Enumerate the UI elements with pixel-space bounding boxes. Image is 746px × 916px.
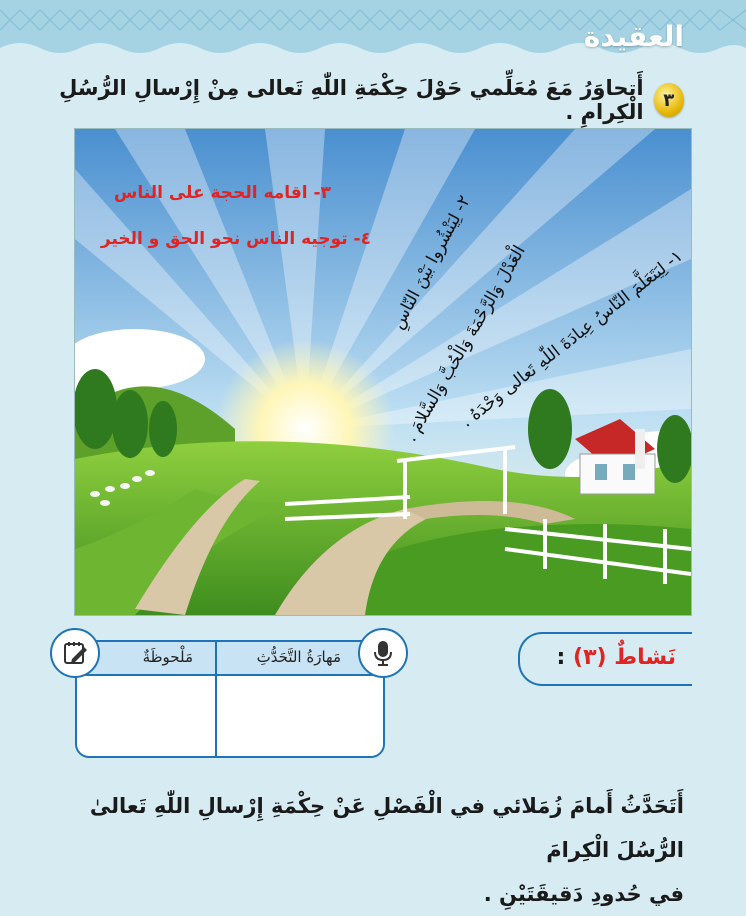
speaking-skill-label: مَهارَةُ التَّحَدُّثِ	[256, 648, 341, 666]
question-number-badge: ٣	[653, 83, 684, 117]
question-row: ٣ أَتحاوَرُ مَعَ مُعَلِّمي حَوْلَ حِكْمَ…	[44, 76, 684, 124]
chapter-header: العقيدة	[0, 0, 746, 62]
activity-instruction: أَتَحَدَّثُ أَمامَ زُمَلائي في الْفَصْلِ…	[64, 784, 684, 916]
reason-3-text: ٣- اقامه الحجة على الناس	[113, 183, 331, 203]
activity-colon: :	[556, 645, 566, 670]
note-label: مَلْحوظَةٌ	[142, 648, 193, 666]
question-text: أَتحاوَرُ مَعَ مُعَلِّمي حَوْلَ حِكْمَةِ…	[59, 76, 644, 124]
note-table-divider	[215, 642, 217, 756]
pencil-note-icon	[50, 628, 100, 678]
note-table: مَلْحوظَةٌ مَهارَةُ التَّحَدُّثِ	[75, 640, 385, 758]
reason-4-text: ٤- توجيه الناس نحو الحق و الخير	[100, 229, 371, 249]
microphone-icon	[358, 628, 408, 678]
activity-label: نَشاطٌ (٣) :	[557, 645, 676, 670]
activity-title: نَشاطٌ (٣)	[573, 645, 676, 670]
chapter-title: العقيدة	[583, 20, 684, 53]
landscape-illustration: ٣- اقامه الحجة على الناس ٤- توجيه الناس …	[74, 128, 692, 616]
instruction-line-1: أَتَحَدَّثُ أَمامَ زُمَلائي في الْفَصْلِ…	[89, 794, 684, 862]
instruction-line-2: في حُدودِ دَقيقَتَيْنِ .	[483, 882, 684, 906]
